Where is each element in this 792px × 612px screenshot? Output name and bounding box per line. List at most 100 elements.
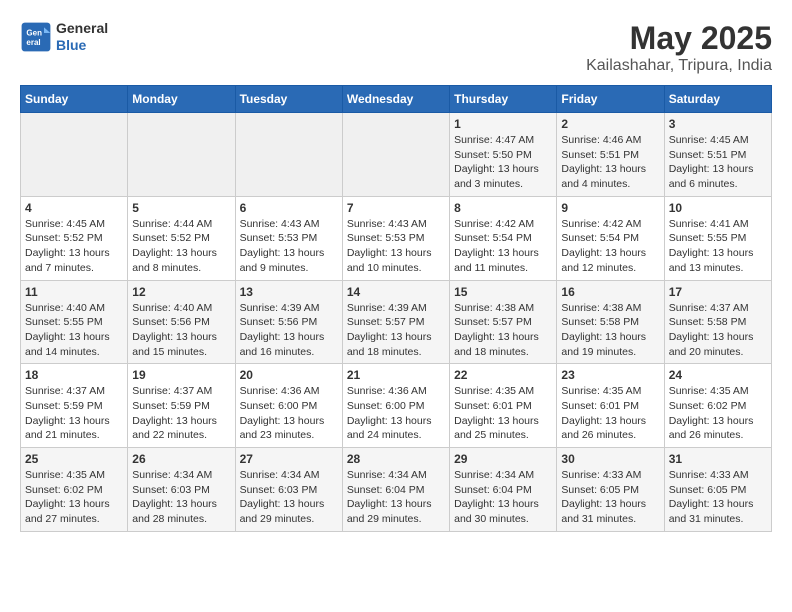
day-detail: Sunrise: 4:44 AM Sunset: 5:52 PM Dayligh… xyxy=(132,217,230,276)
day-number: 13 xyxy=(240,285,338,299)
day-number: 7 xyxy=(347,201,445,215)
day-number: 18 xyxy=(25,368,123,382)
logo-icon: Gen eral xyxy=(20,21,52,53)
calendar-cell: 3 Sunrise: 4:45 AM Sunset: 5:51 PM Daylig… xyxy=(664,113,771,197)
calendar-cell: 22Sunrise: 4:35 AM Sunset: 6:01 PM Dayli… xyxy=(450,364,557,448)
calendar-cell: 16 Sunrise: 4:38 AM Sunset: 5:58 PM Dayli… xyxy=(557,280,664,364)
header-day-sunday: Sunday xyxy=(21,86,128,113)
calendar-cell: 26 Sunrise: 4:34 AM Sunset: 6:03 PM Dayli… xyxy=(128,448,235,532)
day-detail: Sunrise: 4:39 AM Sunset: 5:56 PM Dayligh… xyxy=(240,301,338,360)
page-subtitle: Kailashahar, Tripura, India xyxy=(586,57,772,75)
day-number: 2 xyxy=(561,117,659,131)
day-number: 4 xyxy=(25,201,123,215)
day-number: 8 xyxy=(454,201,552,215)
calendar-table: SundayMondayTuesdayWednesdayThursdayFrid… xyxy=(20,85,772,532)
calendar-cell: 6 Sunrise: 4:43 AM Sunset: 5:53 PM Daylig… xyxy=(235,196,342,280)
header-day-friday: Friday xyxy=(557,86,664,113)
header-day-tuesday: Tuesday xyxy=(235,86,342,113)
logo-text: General Blue xyxy=(56,20,108,54)
calendar-cell: 20Sunrise: 4:36 AM Sunset: 6:00 PM Dayli… xyxy=(235,364,342,448)
day-detail: Sunrise: 4:37 AM Sunset: 5:59 PM Dayligh… xyxy=(132,384,230,443)
day-number: 3 xyxy=(669,117,767,131)
day-number: 16 xyxy=(561,285,659,299)
day-detail: Sunrise: 4:34 AM Sunset: 6:04 PM Dayligh… xyxy=(454,468,552,527)
calendar-cell: 19 Sunrise: 4:37 AM Sunset: 5:59 PM Dayli… xyxy=(128,364,235,448)
svg-text:eral: eral xyxy=(26,38,40,47)
day-number: 22 xyxy=(454,368,552,382)
calendar-cell: 28 Sunrise: 4:34 AM Sunset: 6:04 PM Dayli… xyxy=(342,448,449,532)
day-detail: Sunrise: 4:34 AM Sunset: 6:03 PM Dayligh… xyxy=(240,468,338,527)
day-number: 17 xyxy=(669,285,767,299)
day-number: 29 xyxy=(454,452,552,466)
day-detail: Sunrise: 4:37 AM Sunset: 5:59 PM Dayligh… xyxy=(25,384,123,443)
day-number: 11 xyxy=(25,285,123,299)
calendar-cell: 5Sunrise: 4:44 AM Sunset: 5:52 PM Daylig… xyxy=(128,196,235,280)
calendar-cell xyxy=(235,113,342,197)
title-block: May 2025 Kailashahar, Tripura, India xyxy=(586,20,772,75)
page-header: Gen eral General Blue May 2025 Kailashah… xyxy=(20,20,772,75)
day-detail: Sunrise: 4:40 AM Sunset: 5:56 PM Dayligh… xyxy=(132,301,230,360)
day-detail: Sunrise: 4:35 AM Sunset: 6:01 PM Dayligh… xyxy=(561,384,659,443)
calendar-cell: 15Sunrise: 4:38 AM Sunset: 5:57 PM Dayli… xyxy=(450,280,557,364)
calendar-cell: 1Sunrise: 4:47 AM Sunset: 5:50 PM Daylig… xyxy=(450,113,557,197)
week-row-4: 18 Sunrise: 4:37 AM Sunset: 5:59 PM Dayli… xyxy=(21,364,772,448)
day-detail: Sunrise: 4:33 AM Sunset: 6:05 PM Dayligh… xyxy=(669,468,767,527)
calendar-cell: 2 Sunrise: 4:46 AM Sunset: 5:51 PM Daylig… xyxy=(557,113,664,197)
calendar-cell: 18 Sunrise: 4:37 AM Sunset: 5:59 PM Dayli… xyxy=(21,364,128,448)
calendar-cell: 29 Sunrise: 4:34 AM Sunset: 6:04 PM Dayli… xyxy=(450,448,557,532)
day-number: 6 xyxy=(240,201,338,215)
header-day-saturday: Saturday xyxy=(664,86,771,113)
calendar-cell: 17 Sunrise: 4:37 AM Sunset: 5:58 PM Dayli… xyxy=(664,280,771,364)
day-number: 15 xyxy=(454,285,552,299)
day-number: 24 xyxy=(669,368,767,382)
day-detail: Sunrise: 4:46 AM Sunset: 5:51 PM Dayligh… xyxy=(561,133,659,192)
day-detail: Sunrise: 4:37 AM Sunset: 5:58 PM Dayligh… xyxy=(669,301,767,360)
calendar-cell: 13 Sunrise: 4:39 AM Sunset: 5:56 PM Dayli… xyxy=(235,280,342,364)
day-detail: Sunrise: 4:34 AM Sunset: 6:04 PM Dayligh… xyxy=(347,468,445,527)
day-detail: Sunrise: 4:43 AM Sunset: 5:53 PM Dayligh… xyxy=(240,217,338,276)
day-detail: Sunrise: 4:45 AM Sunset: 5:52 PM Dayligh… xyxy=(25,217,123,276)
day-detail: Sunrise: 4:42 AM Sunset: 5:54 PM Dayligh… xyxy=(561,217,659,276)
calendar-cell: 31 Sunrise: 4:33 AM Sunset: 6:05 PM Dayli… xyxy=(664,448,771,532)
day-number: 21 xyxy=(347,368,445,382)
day-number: 26 xyxy=(132,452,230,466)
day-detail: Sunrise: 4:35 AM Sunset: 6:02 PM Dayligh… xyxy=(669,384,767,443)
calendar-cell: 14Sunrise: 4:39 AM Sunset: 5:57 PM Dayli… xyxy=(342,280,449,364)
calendar-cell: 27 Sunrise: 4:34 AM Sunset: 6:03 PM Dayli… xyxy=(235,448,342,532)
day-detail: Sunrise: 4:41 AM Sunset: 5:55 PM Dayligh… xyxy=(669,217,767,276)
week-row-5: 25Sunrise: 4:35 AM Sunset: 6:02 PM Dayli… xyxy=(21,448,772,532)
calendar-cell: 25Sunrise: 4:35 AM Sunset: 6:02 PM Dayli… xyxy=(21,448,128,532)
day-number: 31 xyxy=(669,452,767,466)
logo-blue: Blue xyxy=(56,37,108,54)
calendar-cell: 11Sunrise: 4:40 AM Sunset: 5:55 PM Dayli… xyxy=(21,280,128,364)
day-detail: Sunrise: 4:34 AM Sunset: 6:03 PM Dayligh… xyxy=(132,468,230,527)
calendar-cell: 8 Sunrise: 4:42 AM Sunset: 5:54 PM Daylig… xyxy=(450,196,557,280)
day-number: 10 xyxy=(669,201,767,215)
logo: Gen eral General Blue xyxy=(20,20,108,54)
day-number: 28 xyxy=(347,452,445,466)
calendar-cell: 12 Sunrise: 4:40 AM Sunset: 5:56 PM Dayli… xyxy=(128,280,235,364)
day-number: 27 xyxy=(240,452,338,466)
day-number: 19 xyxy=(132,368,230,382)
day-detail: Sunrise: 4:35 AM Sunset: 6:02 PM Dayligh… xyxy=(25,468,123,527)
day-detail: Sunrise: 4:33 AM Sunset: 6:05 PM Dayligh… xyxy=(561,468,659,527)
day-detail: Sunrise: 4:36 AM Sunset: 6:00 PM Dayligh… xyxy=(347,384,445,443)
day-detail: Sunrise: 4:38 AM Sunset: 5:58 PM Dayligh… xyxy=(561,301,659,360)
header-day-thursday: Thursday xyxy=(450,86,557,113)
day-number: 9 xyxy=(561,201,659,215)
day-detail: Sunrise: 4:36 AM Sunset: 6:00 PM Dayligh… xyxy=(240,384,338,443)
calendar-cell xyxy=(128,113,235,197)
calendar-cell: 4 Sunrise: 4:45 AM Sunset: 5:52 PM Daylig… xyxy=(21,196,128,280)
calendar-cell xyxy=(342,113,449,197)
calendar-cell: 23Sunrise: 4:35 AM Sunset: 6:01 PM Dayli… xyxy=(557,364,664,448)
day-number: 30 xyxy=(561,452,659,466)
calendar-header: SundayMondayTuesdayWednesdayThursdayFrid… xyxy=(21,86,772,113)
day-number: 1 xyxy=(454,117,552,131)
day-number: 12 xyxy=(132,285,230,299)
day-detail: Sunrise: 4:42 AM Sunset: 5:54 PM Dayligh… xyxy=(454,217,552,276)
week-row-3: 11Sunrise: 4:40 AM Sunset: 5:55 PM Dayli… xyxy=(21,280,772,364)
calendar-cell: 9 Sunrise: 4:42 AM Sunset: 5:54 PM Daylig… xyxy=(557,196,664,280)
day-detail: Sunrise: 4:39 AM Sunset: 5:57 PM Dayligh… xyxy=(347,301,445,360)
day-detail: Sunrise: 4:45 AM Sunset: 5:51 PM Dayligh… xyxy=(669,133,767,192)
logo-general: General xyxy=(56,20,108,37)
